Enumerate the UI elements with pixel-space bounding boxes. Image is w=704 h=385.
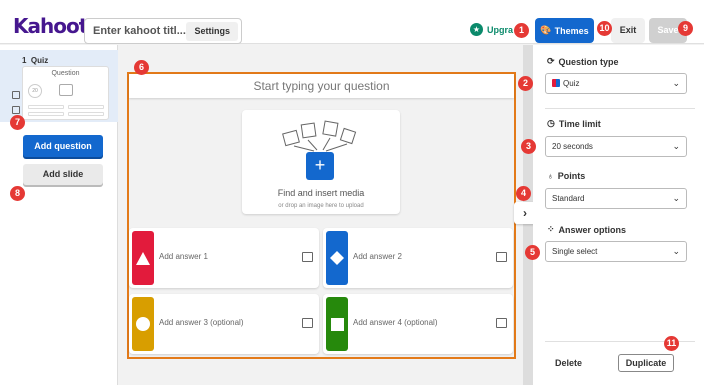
thumb-timer: 20	[28, 84, 42, 98]
slide-number-label: 1 Quiz	[22, 56, 49, 65]
marker-3: 3	[521, 139, 536, 154]
chevron-down-icon: ⌄	[672, 141, 680, 151]
question-type-heading: ⟳ Question type	[547, 56, 619, 67]
palette-icon: 🎨	[540, 25, 552, 35]
add-question-button[interactable]: Add question	[23, 135, 103, 157]
answer-options-heading: ⁘ Answer options	[547, 224, 627, 235]
answer-3-shape	[132, 297, 154, 351]
media-hint: or drop an image here to upload	[278, 203, 364, 209]
points-heading: ♁ Points	[547, 171, 586, 181]
question-type-value: Quiz	[552, 79, 579, 88]
time-limit-value: 20 seconds	[552, 142, 593, 151]
marker-2: 2	[518, 76, 533, 91]
time-limit-select[interactable]: 20 seconds ⌄	[545, 136, 687, 157]
media-title: Find and insert media	[277, 188, 365, 198]
marker-10: 10	[597, 21, 612, 36]
answer-2-label: Add answer 2	[353, 252, 402, 261]
thumb-question-label: Question	[51, 70, 80, 77]
trash-icon[interactable]	[12, 106, 20, 114]
thumb-answer-line	[28, 112, 64, 116]
marker-7: 7	[10, 115, 25, 130]
themes-button[interactable]: 🎨 Themes	[535, 18, 594, 43]
marker-4: 4	[516, 186, 531, 201]
thumb-answer-line	[28, 105, 64, 109]
medal-icon: ♁	[547, 171, 554, 181]
thumb-media-icon	[59, 84, 73, 96]
question-type-select[interactable]: Quiz ⌄	[545, 73, 687, 94]
points-value: Standard	[552, 194, 585, 203]
slide-thumbnail-preview[interactable]: Question 20	[22, 66, 109, 120]
kahoot-title-input[interactable]: Enter kahoot titl... Settings	[84, 18, 242, 44]
star-icon: ★	[470, 23, 483, 36]
add-media-button[interactable]: +	[306, 152, 334, 180]
marker-11: 11	[664, 336, 679, 351]
answer-3-label: Add answer 3 (optional)	[159, 318, 244, 327]
duplicate-slide-icon[interactable]	[12, 91, 20, 99]
image-icon[interactable]	[302, 252, 313, 262]
answer-options-value: Single select	[552, 247, 598, 256]
answer-1-shape	[132, 231, 154, 285]
answer-1-label: Add answer 1	[159, 252, 208, 261]
points-select[interactable]: Standard ⌄	[545, 188, 687, 209]
duplicate-button[interactable]: Duplicate	[618, 354, 674, 372]
answer-option-2[interactable]: Add answer 2	[323, 228, 513, 288]
circle-icon	[136, 317, 150, 331]
quiz-icon	[552, 79, 560, 87]
answer-4-label: Add answer 4 (optional)	[353, 318, 438, 327]
image-icon[interactable]	[496, 318, 507, 328]
triangle-icon	[136, 251, 150, 265]
options-grid-icon: ⁘	[547, 224, 555, 234]
thumb-answer-line	[68, 112, 104, 116]
kahoot-title-placeholder: Enter kahoot titl...	[93, 25, 186, 37]
answer-4-shape	[326, 297, 348, 351]
question-input[interactable]: Start typing your question	[129, 74, 514, 98]
image-icon[interactable]	[302, 318, 313, 328]
answer-option-4[interactable]: Add answer 4 (optional)	[323, 294, 513, 354]
settings-panel: ⟳ Question type Quiz ⌄ ◷ Time limit 20 s…	[533, 45, 704, 385]
answer-option-3[interactable]: Add answer 3 (optional)	[129, 294, 319, 354]
chevron-down-icon: ⌄	[672, 246, 680, 256]
themes-label: Themes	[554, 25, 589, 36]
upgrade-label: Upgra	[487, 24, 514, 35]
image-icon[interactable]	[496, 252, 507, 262]
answer-option-1[interactable]: Add answer 1	[129, 228, 319, 288]
marker-1: 1	[514, 23, 529, 38]
square-icon	[330, 317, 344, 331]
diamond-icon	[330, 251, 344, 265]
marker-6: 6	[134, 60, 149, 75]
settings-button[interactable]: Settings	[186, 22, 238, 41]
clock-icon: ◷	[547, 118, 555, 128]
media-illustration-icon	[282, 120, 357, 152]
divider	[545, 108, 695, 109]
thumb-answer-line	[68, 105, 104, 109]
top-header: Kahoot! Enter kahoot titl... Settings ★ …	[0, 0, 704, 44]
marker-5: 5	[525, 245, 540, 260]
question-type-icon: ⟳	[547, 56, 555, 66]
delete-button[interactable]: Delete	[555, 358, 582, 368]
marker-9: 9	[678, 21, 693, 36]
media-insert-area[interactable]: + Find and insert media or drop an image…	[242, 110, 400, 214]
chevron-down-icon: ⌄	[672, 78, 680, 88]
time-limit-heading: ◷ Time limit	[547, 118, 601, 129]
marker-8: 8	[10, 186, 25, 201]
answer-options-select[interactable]: Single select ⌄	[545, 241, 687, 262]
chevron-down-icon: ⌄	[672, 193, 680, 203]
exit-button[interactable]: Exit	[611, 18, 645, 43]
upgrade-link[interactable]: ★ Upgra	[470, 23, 513, 36]
add-slide-button[interactable]: Add slide	[23, 164, 103, 185]
slide-list-sidebar: 1 Quiz Question 20 Add question Add slid…	[0, 45, 118, 385]
answer-2-shape	[326, 231, 348, 285]
